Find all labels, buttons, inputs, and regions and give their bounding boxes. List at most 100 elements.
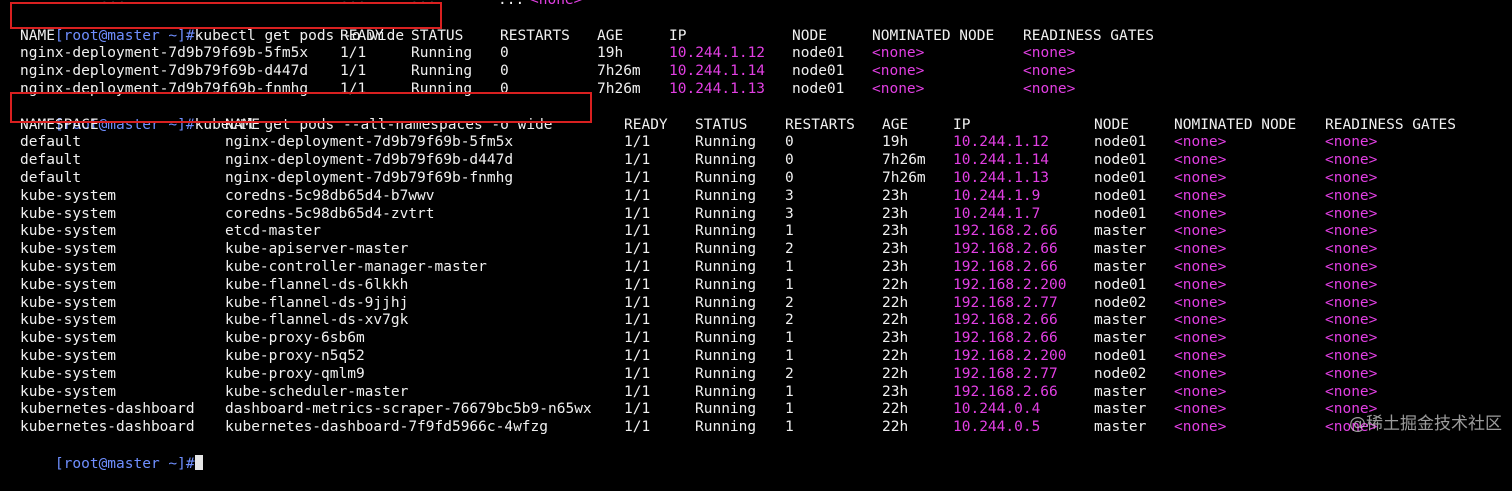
cut-cell: ... — [410, 0, 437, 8]
table-cell: coredns-5c98db65d4-b7wwv — [225, 187, 435, 204]
table-cell: <none> — [1174, 401, 1227, 418]
table-cell: 1/1 — [624, 347, 651, 364]
table-cell: 1/1 — [624, 152, 651, 169]
table-cell: kube-proxy-n5q52 — [225, 347, 365, 364]
column-header: AGE — [597, 27, 624, 44]
table-cell: node01 — [1094, 205, 1147, 222]
table-cell: 192.168.2.66 — [953, 312, 1058, 329]
pods-table-all-namespaces: NAMESPACE NAME READY STATUS RESTARTS AGE IP NOD… — [20, 117, 1512, 437]
table-cell: <none> — [1174, 187, 1227, 204]
table-cell: 23h — [882, 205, 909, 222]
table-cell: 10.244.1.7 — [953, 205, 1041, 222]
table-row: kube-system etcd-master 1/1 Running 1 23h 192.… — [20, 223, 1512, 241]
table-cell: <none> — [872, 45, 925, 62]
table-cell: 7h26m — [597, 80, 641, 97]
table-cell: nginx-deployment-7d9b79f69b-5fm5x — [225, 134, 514, 151]
table-cell: 23h — [882, 383, 909, 400]
column-header: IP — [669, 27, 687, 44]
table-cell: 3 — [785, 205, 794, 222]
table-cell: 192.168.2.66 — [953, 241, 1058, 258]
table-cell: kube-system — [20, 383, 117, 400]
table-cell: 1/1 — [624, 223, 651, 240]
table-row: default nginx-deployment-7d9b79f69b-fnmhg… — [20, 170, 1512, 188]
table-row: kube-system kube-flannel-ds-xv7gk 1/1 Runni… — [20, 312, 1512, 330]
final-prompt-line[interactable]: [root@master ~]# — [20, 437, 1512, 472]
table-cell: 10.244.0.5 — [953, 419, 1041, 436]
table-cell: <none> — [1325, 169, 1378, 186]
table-cell: 1 — [785, 330, 794, 347]
table-cell: node01 — [1094, 347, 1147, 364]
table-cell: <none> — [1174, 365, 1227, 382]
table-cell: <none> — [1325, 294, 1378, 311]
table-cell: 23h — [882, 241, 909, 258]
table-cell: <none> — [872, 80, 925, 97]
column-header: READY — [624, 116, 668, 133]
pods-table-default: NAME READY STATUS RESTARTS AGE IP NODE NOMINATE… — [20, 28, 1512, 99]
table-row: kube-system coredns-5c98db65d4-zvtrt 1/1 Ru… — [20, 206, 1512, 224]
column-header: NOMINATED NODE — [1174, 116, 1297, 133]
table-cell: master — [1094, 419, 1147, 436]
table-row: nginx-deployment-7d9b79f69b-d447d 1/1 Runn… — [20, 63, 1512, 81]
table-cell: 10.244.1.12 — [953, 134, 1050, 151]
column-header: NODE — [1094, 116, 1129, 133]
table-cell: <none> — [1325, 365, 1378, 382]
table-cell: 22h — [882, 276, 909, 293]
table-cell: <none> — [1325, 347, 1378, 364]
table-cell: 1 — [785, 347, 794, 364]
table-cell: Running — [411, 45, 473, 62]
table-cell: 192.168.2.200 — [953, 276, 1067, 293]
table-row: kube-system coredns-5c98db65d4-b7wwv 1/1 Ru… — [20, 188, 1512, 206]
command-line-1[interactable]: [root@master ~]#kubectl get pods -o wide — [20, 10, 1512, 44]
column-header: STATUS — [411, 27, 464, 44]
column-header: READY — [340, 27, 384, 44]
table-cell: master — [1094, 258, 1147, 275]
table-cell: kube-system — [20, 330, 117, 347]
table-cell: Running — [695, 294, 757, 311]
table-cell: <none> — [1325, 330, 1378, 347]
table-cell: node01 — [792, 63, 845, 80]
table-cell: Running — [695, 241, 757, 258]
table-cell: <none> — [1174, 419, 1227, 436]
terminal-output[interactable]: ... ... ... ... <none> [root@master ~]#k… — [20, 0, 1512, 472]
column-header: READINESS GATES — [1023, 27, 1154, 44]
table-cell: Running — [695, 169, 757, 186]
table-cell: 1/1 — [624, 187, 651, 204]
table-cell: 2 — [785, 294, 794, 311]
table-cell: kube-system — [20, 205, 117, 222]
table-row: nginx-deployment-7d9b79f69b-5fm5x 1/1 Runn… — [20, 45, 1512, 63]
table-cell: <none> — [1325, 383, 1378, 400]
table-row: default nginx-deployment-7d9b79f69b-5fm5x… — [20, 134, 1512, 152]
table-cell: nginx-deployment-7d9b79f69b-5fm5x — [20, 45, 309, 62]
table-row: kube-system kube-scheduler-master 1/1 Runni… — [20, 384, 1512, 402]
cut-cell: ... — [100, 0, 127, 8]
table-row: kubernetes-dashboard dashboard-metrics-sc… — [20, 401, 1512, 419]
table-cell: 0 — [785, 134, 794, 151]
table-cell: <none> — [1325, 134, 1378, 151]
table-cell: 192.168.2.200 — [953, 347, 1067, 364]
table-cell: 1/1 — [624, 330, 651, 347]
table-cell: <none> — [1174, 258, 1227, 275]
table-cell: 0 — [500, 80, 509, 97]
table-cell: 1/1 — [340, 80, 367, 97]
table-cell: 22h — [882, 294, 909, 311]
table-cell: Running — [695, 347, 757, 364]
table-cell: <none> — [1023, 80, 1076, 97]
table-cell: 1 — [785, 383, 794, 400]
table-cell: 1/1 — [624, 312, 651, 329]
table-cell: node01 — [1094, 152, 1147, 169]
table-cell: 2 — [785, 241, 794, 258]
command-line-2[interactable]: [root@master ~]#kubectl get pods --all-n… — [20, 99, 1512, 133]
column-header: IP — [953, 116, 971, 133]
table-row: default nginx-deployment-7d9b79f69b-d447d… — [20, 152, 1512, 170]
table-cell: 2 — [785, 365, 794, 382]
table-cell: node01 — [1094, 169, 1147, 186]
table-cell: Running — [695, 365, 757, 382]
table-cell: 1/1 — [624, 169, 651, 186]
table-cell: master — [1094, 383, 1147, 400]
table-cell: kube-system — [20, 312, 117, 329]
table-cell: 1 — [785, 258, 794, 275]
table-cell: kubernetes-dashboard-7f9fd5966c-4wfzg — [225, 419, 549, 436]
table-cell: Running — [695, 383, 757, 400]
table-cell: 192.168.2.66 — [953, 258, 1058, 275]
table-cell: <none> — [1325, 241, 1378, 258]
